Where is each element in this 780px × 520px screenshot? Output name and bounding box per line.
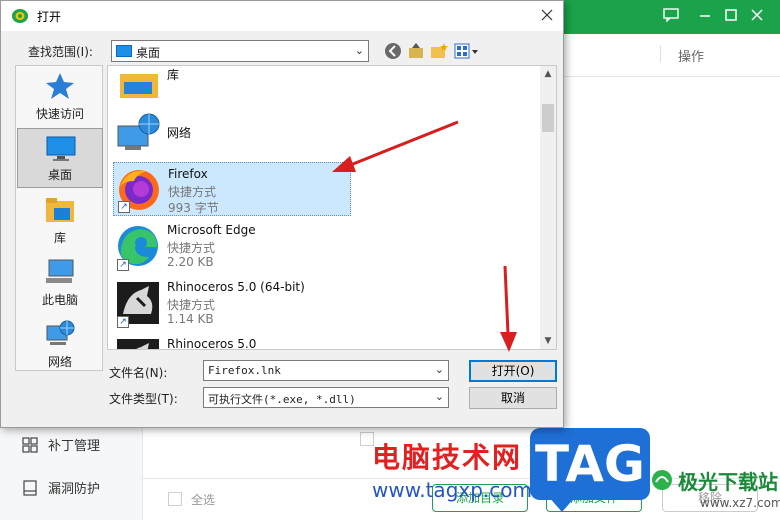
- sidebar-item-vulnerability-protection[interactable]: 漏洞防护: [22, 478, 100, 497]
- header-divider: [660, 46, 661, 62]
- place-label: 桌面: [47, 168, 72, 182]
- header-underline: [560, 76, 780, 77]
- look-in-dropdown[interactable]: 桌面 ⌄: [111, 40, 369, 62]
- place-network[interactable]: 网络: [17, 314, 103, 374]
- star-icon: [46, 73, 74, 99]
- close-icon[interactable]: [748, 8, 766, 26]
- file-type: 快捷方式: [168, 185, 217, 199]
- cancel-button[interactable]: 取消: [469, 387, 557, 409]
- look-in-label: 查找范围(I):: [28, 45, 93, 59]
- file-size: 1.14 KB: [167, 312, 214, 326]
- select-all-label: 全选: [191, 493, 216, 507]
- rhino-icon: [117, 339, 159, 349]
- file-list-scrollbar[interactable]: ▲ ▼: [540, 66, 556, 349]
- close-icon: [541, 9, 553, 21]
- file-size: 2.20 KB: [167, 255, 214, 269]
- file-type-value: 可执行文件(*.exe, *.dll): [208, 393, 356, 406]
- watermark-site2-url: www.xz7.com: [700, 496, 780, 510]
- file-type: 快捷方式: [167, 241, 216, 255]
- file-item-microsoft-edge[interactable]: ↗ Microsoft Edge 快捷方式 2.20 KB: [113, 219, 351, 273]
- shield-doc-icon: [23, 479, 37, 496]
- open-file-dialog: 打开 查找范围(I): 桌面 ⌄ 快速访问 桌面 库 此电脑 网络 库 网络 ↗…: [0, 0, 564, 428]
- file-item-rhinoceros-64[interactable]: ↗ Rhinoceros 5.0 (64-bit) 快捷方式 1.14 KB: [113, 276, 351, 330]
- shortcut-arrow-icon: ↗: [117, 316, 129, 328]
- watermark-site2-name: 极光下载站: [678, 470, 778, 494]
- network-icon: [117, 113, 160, 150]
- file-name: 网络: [167, 126, 192, 140]
- sidebar-item-label: 漏洞防护: [48, 482, 101, 497]
- place-label: 库: [53, 231, 66, 245]
- places-bar: 快速访问 桌面 库 此电脑 网络: [15, 65, 103, 371]
- file-name: Firefox: [168, 167, 208, 181]
- shortcut-arrow-icon: ↗: [117, 259, 129, 271]
- chevron-down-icon[interactable]: ⌄: [435, 363, 444, 376]
- operations-column-header: 操作: [678, 50, 705, 65]
- scroll-down-icon[interactable]: ▼: [540, 333, 556, 349]
- feedback-icon[interactable]: [662, 8, 680, 26]
- new-folder-icon[interactable]: [429, 41, 449, 61]
- sidebar-item-label: 补丁管理: [48, 439, 101, 454]
- desktop-icon: [116, 45, 132, 57]
- desktop-icon: [46, 136, 76, 161]
- file-item-rhinoceros[interactable]: Rhinoceros 5.0: [113, 333, 351, 350]
- sidebar-item-patch-management[interactable]: 补丁管理: [22, 435, 100, 454]
- file-name-combo[interactable]: Firefox.lnk ⌄: [203, 360, 449, 381]
- app-logo-icon: [12, 9, 28, 23]
- aurora-logo-icon: [652, 470, 672, 490]
- place-desktop[interactable]: 桌面: [17, 128, 103, 188]
- tag-logo-tail: [548, 496, 576, 512]
- look-in-value: 桌面: [136, 46, 161, 60]
- file-name-value: Firefox.lnk: [208, 364, 281, 377]
- maximize-icon[interactable]: [722, 8, 740, 26]
- dialog-titlebar: 打开: [1, 1, 563, 31]
- library-folder-icon: [46, 198, 74, 222]
- view-menu-icon[interactable]: [453, 41, 479, 61]
- file-item-network[interactable]: 网络: [113, 106, 351, 160]
- computer-icon: [46, 259, 74, 283]
- file-size: 993 字节: [168, 201, 219, 215]
- dialog-title: 打开: [37, 10, 62, 24]
- up-folder-icon[interactable]: [406, 41, 426, 61]
- scrollbar-thumb[interactable]: [542, 104, 554, 132]
- watermark-site-name: 电脑技术网: [372, 441, 523, 474]
- open-button[interactable]: 打开(O): [469, 360, 557, 382]
- library-folder-icon: [120, 74, 158, 98]
- place-label: 快速访问: [35, 107, 84, 121]
- place-label: 网络: [47, 355, 72, 369]
- select-all-checkbox[interactable]: [168, 492, 182, 506]
- file-name: Rhinoceros 5.0: [167, 337, 257, 350]
- back-icon[interactable]: [383, 41, 403, 61]
- file-name: Rhinoceros 5.0 (64-bit): [167, 280, 305, 294]
- file-type-dropdown[interactable]: 可执行文件(*.exe, *.dll) ⌄: [203, 387, 449, 408]
- dialog-close-button[interactable]: [531, 1, 563, 31]
- file-type-label: 文件类型(T):: [109, 392, 178, 406]
- grid-icon: [22, 436, 38, 453]
- place-quick-access[interactable]: 快速访问: [17, 66, 103, 126]
- place-library[interactable]: 库: [17, 190, 103, 250]
- tag-logo: TAG: [530, 428, 650, 500]
- shortcut-arrow-icon: ↗: [118, 201, 130, 213]
- place-this-pc[interactable]: 此电脑: [17, 252, 103, 312]
- scroll-up-icon[interactable]: ▲: [540, 66, 556, 82]
- file-name: Microsoft Edge: [167, 223, 256, 237]
- file-list: 库 网络 ↗ Firefox 快捷方式 993 字节 ↗ Microsoft E…: [107, 65, 557, 350]
- file-type: 快捷方式: [167, 298, 216, 312]
- file-name: 库: [167, 68, 180, 82]
- network-icon: [46, 320, 75, 345]
- file-name-label: 文件名(N):: [109, 366, 168, 380]
- watermark-url: www.tagxp.com: [372, 478, 532, 502]
- minimize-icon[interactable]: [696, 8, 714, 26]
- chevron-down-icon: ⌄: [434, 390, 444, 403]
- file-item-firefox[interactable]: ↗ Firefox 快捷方式 993 字节: [113, 162, 351, 216]
- chevron-down-icon: ⌄: [354, 44, 364, 57]
- place-label: 此电脑: [41, 293, 78, 307]
